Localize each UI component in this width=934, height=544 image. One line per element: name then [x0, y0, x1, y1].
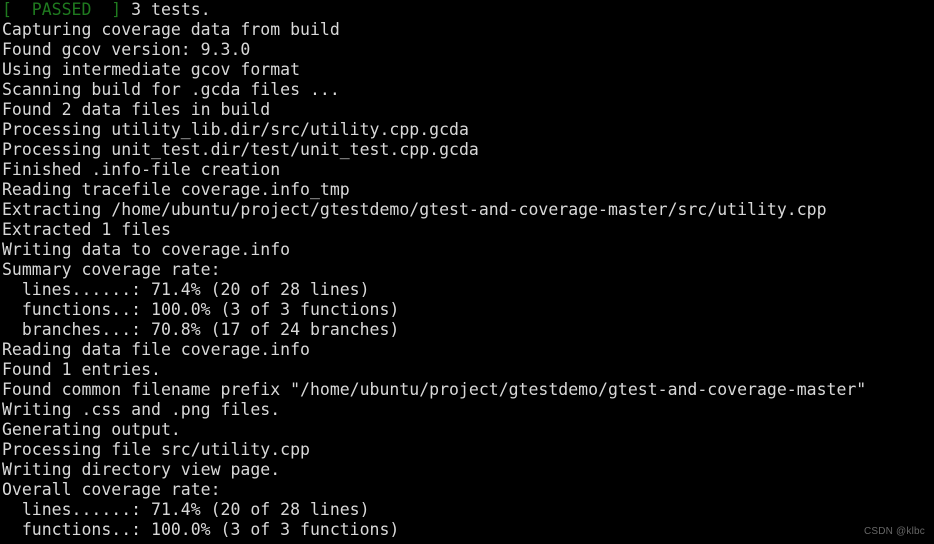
terminal-text: Found 1 entries. — [2, 360, 161, 379]
terminal-line: Found gcov version: 9.3.0 — [0, 40, 934, 60]
terminal-text: Writing .css and .png files. — [2, 400, 281, 419]
terminal-line: Scanning build for .gcda files ... — [0, 80, 934, 100]
terminal-text: Reading tracefile coverage.info_tmp — [2, 180, 350, 199]
terminal-line: Finished .info-file creation — [0, 160, 934, 180]
terminal-text: functions..: 100.0% (3 of 3 functions) — [2, 300, 400, 319]
terminal-text: Extracting /home/ubuntu/project/gtestdem… — [2, 200, 827, 219]
terminal-line: Writing directory view page. — [0, 460, 934, 480]
terminal-line: Writing data to coverage.info — [0, 240, 934, 260]
terminal-line: Processing file src/utility.cpp — [0, 440, 934, 460]
terminal-text: Summary coverage rate: — [2, 260, 221, 279]
terminal-line: Reading tracefile coverage.info_tmp — [0, 180, 934, 200]
terminal-text: Capturing coverage data from build — [2, 20, 340, 39]
terminal-text: Overall coverage rate: — [2, 480, 221, 499]
terminal-line: Reading data file coverage.info — [0, 340, 934, 360]
terminal-line: Processing unit_test.dir/test/unit_test.… — [0, 140, 934, 160]
terminal-line: Found common filename prefix "/home/ubun… — [0, 380, 934, 400]
terminal-output-pane[interactable]: [ PASSED ] 3 tests. Capturing coverage da… — [0, 0, 934, 544]
terminal-line: branches...: 70.8% (17 of 24 branches) — [0, 320, 934, 340]
terminal-line: lines......: 71.4% (20 of 28 lines) — [0, 500, 934, 520]
terminal-text: Generating output. — [2, 420, 181, 439]
terminal-line: lines......: 71.4% (20 of 28 lines) — [0, 280, 934, 300]
terminal-line: Found 2 data files in build — [0, 100, 934, 120]
terminal-line: functions..: 100.0% (3 of 3 functions) — [0, 520, 934, 540]
terminal-text: Processing file src/utility.cpp — [2, 440, 310, 459]
terminal-line: Overall coverage rate: — [0, 480, 934, 500]
terminal-text: Reading data file coverage.info — [2, 340, 310, 359]
terminal-text: Finished .info-file creation — [2, 160, 281, 179]
terminal-line: Capturing coverage data from build — [0, 20, 934, 40]
terminal-line: Generating output. — [0, 420, 934, 440]
test-status-badge: [ PASSED ] — [2, 0, 122, 19]
terminal-text: lines......: 71.4% (20 of 28 lines) — [2, 500, 370, 519]
terminal-text: lines......: 71.4% (20 of 28 lines) — [2, 280, 370, 299]
terminal-text: 3 tests. — [121, 0, 211, 19]
terminal-text: Found gcov version: 9.3.0 — [2, 40, 251, 59]
terminal-text: Found 2 data files in build — [2, 100, 271, 119]
terminal-text: Scanning build for .gcda files ... — [2, 80, 340, 99]
terminal-line: Writing .css and .png files. — [0, 400, 934, 420]
terminal-text: Using intermediate gcov format — [2, 60, 301, 79]
terminal-line: [ PASSED ] 3 tests. — [0, 0, 934, 20]
terminal-text: Found common filename prefix "/home/ubun… — [2, 380, 867, 399]
terminal-text: Processing unit_test.dir/test/unit_test.… — [2, 140, 479, 159]
terminal-text: Writing data to coverage.info — [2, 240, 291, 259]
terminal-text: branches...: 70.8% (17 of 24 branches) — [2, 320, 400, 339]
terminal-line: Processing utility_lib.dir/src/utility.c… — [0, 120, 934, 140]
terminal-text: Extracted 1 files — [2, 220, 171, 239]
terminal-line: Extracted 1 files — [0, 220, 934, 240]
terminal-line: functions..: 100.0% (3 of 3 functions) — [0, 300, 934, 320]
terminal-line: Found 1 entries. — [0, 360, 934, 380]
terminal-line: Extracting /home/ubuntu/project/gtestdem… — [0, 200, 934, 220]
terminal-line: Summary coverage rate: — [0, 260, 934, 280]
terminal-text: Processing utility_lib.dir/src/utility.c… — [2, 120, 469, 139]
terminal-text: Writing directory view page. — [2, 460, 281, 479]
terminal-line: Using intermediate gcov format — [0, 60, 934, 80]
terminal-text: functions..: 100.0% (3 of 3 functions) — [2, 520, 400, 539]
